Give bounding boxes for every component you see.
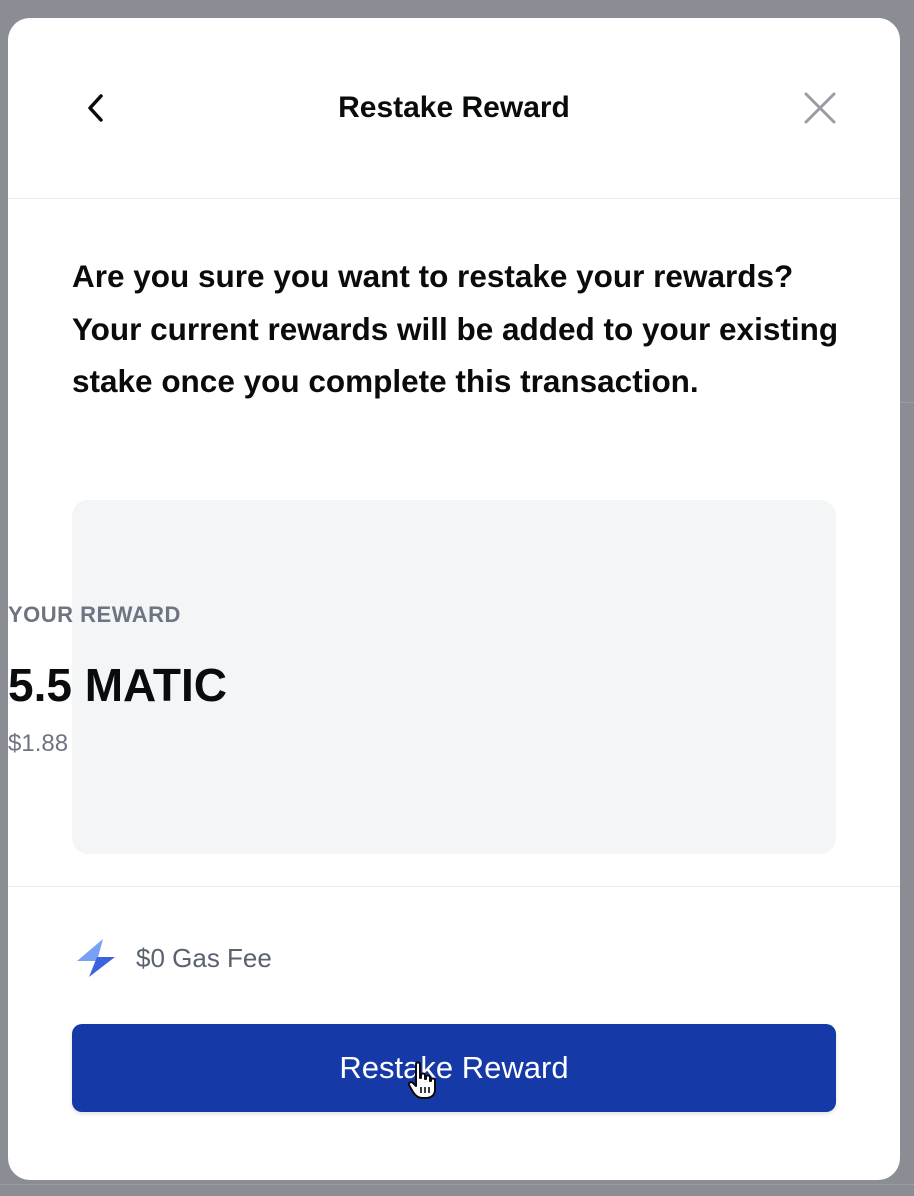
modal-title: Restake Reward xyxy=(338,91,570,124)
backdrop-divider xyxy=(0,1184,914,1185)
restake-reward-modal: Restake Reward Are you sure you want to … xyxy=(8,18,900,1180)
confirmation-question: Are you sure you want to restake your re… xyxy=(72,258,839,399)
reward-amount: 5.5 MATIC xyxy=(8,659,227,711)
reward-label: YOUR REWARD xyxy=(8,602,181,627)
restake-reward-button-label: Restake Reward xyxy=(339,1050,569,1085)
gas-fee-text: $0 Gas Fee xyxy=(136,942,272,973)
backdrop-divider xyxy=(900,402,914,403)
restake-reward-button[interactable]: Restake Reward xyxy=(72,1024,836,1112)
reward-usd-value: $1.88 xyxy=(8,730,69,757)
gas-fee-row: $0 Gas Fee xyxy=(74,936,272,980)
lightning-bolt-icon xyxy=(74,936,118,980)
modal-header: Restake Reward xyxy=(8,18,900,199)
footer-divider xyxy=(8,886,900,887)
close-button[interactable] xyxy=(798,86,842,130)
close-icon xyxy=(804,92,836,124)
